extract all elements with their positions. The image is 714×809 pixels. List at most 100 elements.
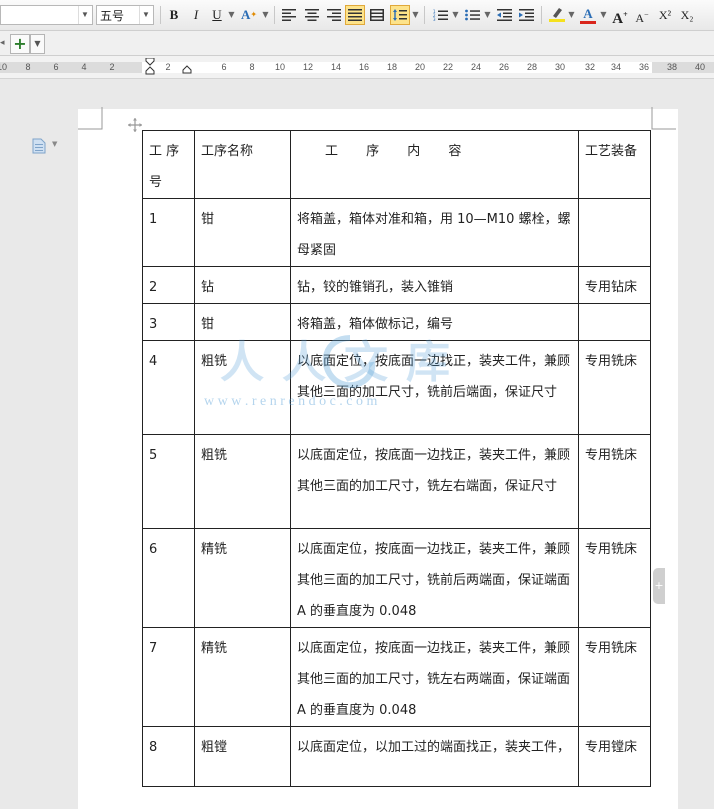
text-effect-button[interactable]: A✦ — [239, 5, 259, 25]
header-cell[interactable]: 工 序 内 容 — [290, 130, 579, 199]
cell-content[interactable]: 以底面定位，以加工过的端面找正，装夹工件， — [290, 726, 579, 787]
ruler-number: 28 — [526, 62, 538, 72]
cell-content[interactable]: 以底面定位，按底面一边找正，装夹工件，兼顾其他三面的加工尺寸，铣左右端面，保证尺… — [290, 434, 579, 529]
numbered-list-button[interactable]: 123 — [430, 5, 450, 25]
cell-content[interactable]: 将箱盖，箱体做标记，编号 — [290, 303, 579, 341]
cell-equip[interactable]: 专用铣床 — [578, 340, 651, 435]
superscript-button[interactable]: X² — [655, 5, 675, 25]
document-tab-bar: ◂ + ▼ — [0, 31, 714, 56]
table-move-handle-icon[interactable] — [128, 117, 142, 132]
align-right-button[interactable] — [324, 5, 344, 25]
ruler-number: 34 — [610, 62, 622, 72]
font-name-select[interactable]: ▼ — [0, 5, 93, 25]
add-page-handle-icon[interactable]: + — [653, 568, 665, 604]
table-row: 1 钳 将箱盖，箱体对准和箱，用 10—M10 螺栓，螺母紧固 — [142, 198, 651, 267]
ruler-number: 12 — [302, 62, 314, 72]
header-cell[interactable]: 工 序 号 — [142, 130, 195, 199]
bold-button[interactable]: B — [164, 5, 184, 25]
chevron-down-icon[interactable]: ▼ — [139, 6, 152, 24]
table-header-row: 工 序 号 工序名称 工 序 内 容 工艺装备 — [142, 130, 651, 199]
align-center-button[interactable] — [302, 5, 322, 25]
underline-dropdown[interactable]: ▼ — [227, 5, 236, 25]
ruler-track: 10 8 6 4 2 2 6 8 10 12 14 16 18 20 22 24… — [0, 58, 714, 75]
cell-name[interactable]: 精铣 — [194, 528, 291, 628]
cell-no[interactable]: 3 — [142, 303, 195, 341]
cell-content[interactable]: 以底面定位，按底面一边找正，装夹工件，兼顾其他三面的加工尺寸，铣前后两端面，保证… — [290, 528, 579, 628]
decrease-indent-button[interactable] — [494, 5, 514, 25]
cell-name[interactable]: 粗铣 — [194, 434, 291, 529]
header-cell-text: 工序名称 — [201, 144, 254, 159]
justify-button[interactable] — [345, 5, 365, 25]
ruler-number: 16 — [358, 62, 370, 72]
cell-no[interactable]: 6 — [142, 528, 195, 628]
cell-equip[interactable]: 专用铣床 — [578, 434, 651, 529]
align-center-icon — [305, 9, 319, 21]
ruler-number: 30 — [554, 62, 566, 72]
cell-content[interactable]: 将箱盖，箱体对准和箱，用 10—M10 螺栓，螺母紧固 — [290, 198, 579, 267]
cell-equip[interactable]: 专用铣床 — [578, 627, 651, 727]
cell-no[interactable]: 8 — [142, 726, 195, 787]
numbered-list-dropdown[interactable]: ▼ — [451, 5, 460, 25]
ruler-number: 20 — [414, 62, 426, 72]
highlight-dropdown[interactable]: ▼ — [567, 5, 576, 25]
table-row: 5 粗铣 以底面定位，按底面一边找正，装夹工件，兼顾其他三面的加工尺寸，铣左右端… — [142, 434, 651, 529]
subscript-button[interactable]: X₂ — [677, 5, 697, 25]
chevron-down-icon[interactable]: ▼ — [78, 6, 91, 24]
new-tab-button[interactable]: + — [10, 34, 30, 54]
table-row: 3 钳 将箱盖，箱体做标记，编号 — [142, 303, 651, 341]
cell-content[interactable]: 钻，铰的锥销孔，装入锥销 — [290, 266, 579, 304]
cell-no[interactable]: 7 — [142, 627, 195, 727]
cell-name[interactable]: 精铣 — [194, 627, 291, 727]
cell-no[interactable]: 5 — [142, 434, 195, 529]
scroll-left-icon[interactable]: ◂ — [0, 35, 10, 51]
bulleted-list-button[interactable] — [462, 5, 482, 25]
cell-name[interactable]: 粗镗 — [194, 726, 291, 787]
shrink-font-button[interactable]: A− — [632, 5, 652, 25]
cell-no[interactable]: 1 — [142, 198, 195, 267]
horizontal-ruler[interactable]: 10 8 6 4 2 2 6 8 10 12 14 16 18 20 22 24… — [0, 56, 714, 79]
document-options-icon[interactable]: ▼ — [32, 138, 62, 154]
increase-indent-button[interactable] — [516, 5, 536, 25]
underline-button[interactable]: U — [207, 5, 227, 25]
highlight-button[interactable] — [547, 5, 567, 25]
line-spacing-dropdown[interactable]: ▼ — [411, 5, 420, 25]
font-size-select[interactable]: 五号 ▼ — [96, 5, 154, 25]
font-color-button[interactable]: A — [578, 5, 598, 25]
cell-content[interactable]: 以底面定位，按底面一边找正，装夹工件，兼顾其他三面的加工尺寸，铣左右两端面，保证… — [290, 627, 579, 727]
chevron-down-icon: ▼ — [52, 140, 58, 148]
table-row: 7 精铣 以底面定位，按底面一边找正，装夹工件，兼顾其他三面的加工尺寸，铣左右两… — [142, 627, 651, 727]
cell-equip[interactable]: 专用铣床 — [578, 528, 651, 628]
text-effect-dropdown[interactable]: ▼ — [261, 5, 270, 25]
bulleted-list-dropdown[interactable]: ▼ — [483, 5, 492, 25]
font-color-dropdown[interactable]: ▼ — [599, 5, 608, 25]
header-cell[interactable]: 工艺装备 — [578, 130, 651, 199]
grow-font-button[interactable]: A+ — [610, 5, 630, 27]
italic-button[interactable]: I — [186, 5, 206, 25]
cell-no[interactable]: 2 — [142, 266, 195, 304]
ruler-number: 18 — [386, 62, 398, 72]
ruler-number: 38 — [666, 62, 678, 72]
cell-content[interactable]: 以底面定位，按底面一边找正，装夹工件，兼顾其他三面的加工尺寸，铣前后端面，保证尺… — [290, 340, 579, 435]
cell-name[interactable]: 钳 — [194, 303, 291, 341]
cell-equip[interactable] — [578, 198, 651, 267]
formatting-toolbar: ▼ 五号 ▼ B I U ▼ A✦ ▼ ▼ 123 ▼ ▼ ▼ A ▼ A+ A… — [0, 0, 714, 31]
right-indent-marker[interactable] — [182, 65, 192, 75]
ruler-number: 36 — [638, 62, 650, 72]
highlighter-icon — [549, 8, 565, 22]
cell-no[interactable]: 4 — [142, 340, 195, 435]
align-left-button[interactable] — [279, 5, 299, 25]
cell-equip[interactable]: 专用镗床 — [578, 726, 651, 787]
header-cell[interactable]: 工序名称 — [194, 130, 291, 199]
line-spacing-button[interactable] — [390, 5, 410, 25]
distributed-align-button[interactable] — [367, 5, 387, 25]
first-line-indent-marker[interactable] — [145, 58, 155, 78]
table-row: 8 粗镗 以底面定位，以加工过的端面找正，装夹工件， 专用镗床 — [142, 726, 651, 787]
cell-equip[interactable]: 专用钻床 — [578, 266, 651, 304]
cell-name[interactable]: 钻 — [194, 266, 291, 304]
font-color-icon: A — [583, 6, 593, 21]
ruler-number: 40 — [694, 62, 706, 72]
cell-equip[interactable] — [578, 303, 651, 341]
tab-menu-dropdown[interactable]: ▼ — [30, 34, 45, 54]
cell-name[interactable]: 粗铣 — [194, 340, 291, 435]
cell-name[interactable]: 钳 — [194, 198, 291, 267]
